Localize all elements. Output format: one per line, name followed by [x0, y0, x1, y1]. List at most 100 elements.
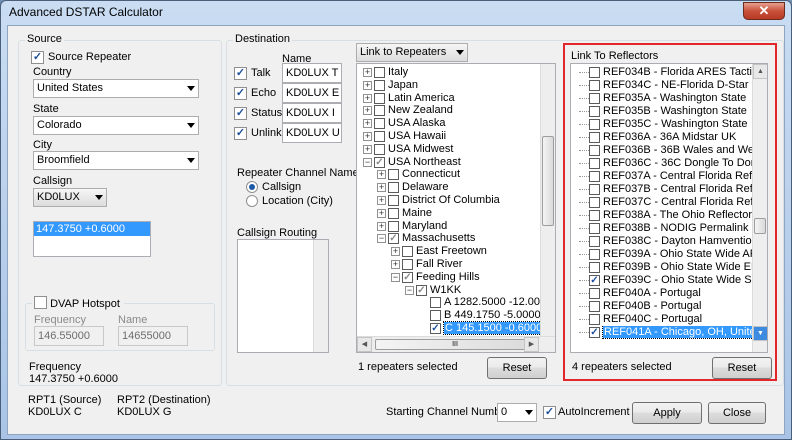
repeater-tree-node[interactable]: + USA Midwest	[357, 143, 541, 156]
source-repeater-checkbox[interactable]: ✓	[31, 51, 44, 64]
repeater-tree-node[interactable]: A 1282.5000 -12.0000	[357, 296, 552, 309]
repeater-tree-node[interactable]: + Japan	[357, 79, 541, 92]
repeater-tree-hscroll[interactable]: ◀ III ▶	[357, 336, 555, 352]
scroll-right-icon[interactable]: ▶	[524, 337, 539, 352]
repeater-node-checkbox[interactable]	[374, 131, 385, 142]
repeater-tree-node[interactable]: + East Freetown	[357, 245, 541, 258]
callsign-dropdown[interactable]: KD0LUX	[33, 188, 107, 207]
repeater-tree-node[interactable]: + Connecticut	[357, 168, 541, 181]
repeater-node-checkbox[interactable]	[402, 246, 413, 258]
repeater-tree-node[interactable]: B 449.1750 -5.0000	[357, 309, 541, 322]
repeater-node-checkbox[interactable]: ✓	[430, 323, 441, 334]
title-bar[interactable]: Advanced DSTAR Calculator ✕	[1, 1, 791, 23]
expand-icon[interactable]: +	[377, 170, 386, 180]
repeater-tree-node[interactable]: − ✓ USA Northeast	[357, 156, 541, 169]
repeater-tree-node[interactable]: + Maryland	[357, 220, 541, 233]
expand-icon[interactable]: +	[391, 260, 400, 269]
repeater-node-checkbox[interactable]: ✓	[416, 284, 427, 296]
autoincrement-checkbox[interactable]: ✓	[543, 406, 556, 419]
repeater-node-checkbox[interactable]	[402, 259, 413, 270]
repeater-node-checkbox[interactable]	[374, 67, 385, 78]
routing-scrollbar[interactable]	[313, 240, 328, 352]
repeater-node-checkbox[interactable]	[374, 92, 385, 104]
repeater-node-checkbox[interactable]: ✓	[402, 271, 413, 283]
close-button[interactable]: Close	[708, 402, 766, 424]
channel-item[interactable]: 147.3750 +0.6000	[34, 222, 150, 236]
repeater-node-checkbox[interactable]	[388, 220, 399, 232]
repeater-node-checkbox[interactable]	[374, 118, 385, 130]
repeater-tree-node[interactable]: + District Of Columbia	[357, 194, 541, 207]
expand-icon[interactable]: +	[363, 106, 372, 116]
expand-icon[interactable]: +	[363, 119, 372, 129]
repeater-tree-node[interactable]: + USA Hawaii	[357, 130, 541, 143]
unlink-name-field[interactable]: KD0LUX U	[282, 123, 342, 143]
repeater-node-checkbox[interactable]	[374, 79, 385, 91]
repeater-node-checkbox[interactable]	[388, 195, 399, 206]
talk-name-field[interactable]: KD0LUX T	[282, 63, 342, 83]
expand-icon[interactable]: +	[377, 208, 386, 218]
repeater-tree-node[interactable]: + Fall River	[357, 258, 541, 271]
repeaters-reset-button[interactable]: Reset	[487, 357, 547, 379]
callsign-routing-listbox[interactable]	[237, 239, 329, 353]
repeater-tree-node[interactable]: + Maine	[357, 207, 541, 220]
repeater-node-checkbox[interactable]	[430, 310, 441, 322]
radio-callsign[interactable]	[246, 181, 258, 193]
starting-channel-dropdown[interactable]: 0	[497, 403, 537, 422]
expand-icon[interactable]: +	[363, 132, 372, 141]
expand-icon[interactable]: +	[363, 144, 372, 154]
apply-button[interactable]: Apply	[632, 402, 702, 424]
status-name-field[interactable]: KD0LUX I	[282, 103, 342, 123]
radio-location[interactable]	[246, 195, 258, 207]
expand-icon[interactable]: +	[377, 196, 386, 205]
talk-checkbox[interactable]: ✓	[234, 67, 247, 80]
expand-icon[interactable]: +	[363, 80, 372, 90]
city-dropdown[interactable]: Broomfield	[33, 151, 199, 170]
repeater-tree-node[interactable]: + Delaware	[357, 181, 541, 194]
scroll-left-icon[interactable]: ◀	[357, 337, 372, 352]
channel-listbox[interactable]: 147.3750 +0.6000	[33, 221, 151, 257]
collapse-icon[interactable]: −	[391, 272, 400, 282]
repeater-tree-node[interactable]: + USA Alaska	[357, 117, 541, 130]
repeater-tree-node[interactable]: ✓ C 145.1500 -0.6000	[357, 321, 545, 335]
repeater-tree-node[interactable]: − ✓ Massachusetts	[357, 232, 541, 245]
link-to-repeaters-dropdown[interactable]: Link to Repeaters	[356, 43, 468, 62]
expand-icon[interactable]: +	[377, 221, 386, 231]
repeater-tree-vthumb[interactable]	[542, 136, 554, 226]
city-value: Broomfield	[37, 154, 90, 166]
unlink-checkbox[interactable]: ✓	[234, 127, 247, 140]
repeater-node-checkbox[interactable]	[374, 143, 385, 155]
window-close-button[interactable]: ✕	[743, 2, 785, 20]
repeater-tree[interactable]: + Italy + Japan + Latin America + New Zealand + U…	[356, 63, 556, 353]
repeater-node-checkbox[interactable]	[388, 169, 399, 181]
repeater-node-checkbox[interactable]: ✓	[388, 233, 399, 245]
expand-icon[interactable]: +	[391, 247, 400, 257]
collapse-icon[interactable]: −	[405, 285, 414, 295]
repeater-node-checkbox[interactable]: ✓	[374, 156, 385, 168]
dvap-name-field[interactable]: 14655000	[118, 326, 188, 346]
expand-icon[interactable]: +	[363, 93, 372, 103]
repeater-tree-vscroll[interactable]	[540, 64, 555, 336]
echo-name-field[interactable]: KD0LUX E	[282, 83, 342, 103]
dvap-frequency-field[interactable]: 146.55000	[34, 326, 104, 346]
collapse-icon[interactable]: −	[363, 157, 372, 167]
country-label: Country	[33, 66, 72, 78]
collapse-icon[interactable]: −	[377, 234, 386, 244]
repeater-tree-node[interactable]: + Italy	[357, 66, 541, 79]
expand-icon[interactable]: +	[363, 68, 372, 77]
repeater-node-checkbox[interactable]	[430, 297, 441, 309]
echo-checkbox[interactable]: ✓	[234, 87, 247, 100]
repeater-node-checkbox[interactable]	[388, 207, 399, 219]
repeater-node-checkbox[interactable]	[374, 105, 385, 117]
state-dropdown[interactable]: Colorado	[33, 116, 199, 135]
expand-icon[interactable]: +	[377, 183, 386, 193]
repeater-tree-node[interactable]: + New Zealand	[357, 104, 541, 117]
repeater-tree-node[interactable]: − ✓ W1KK	[357, 284, 541, 297]
repeater-tree-node[interactable]: + Latin America	[357, 92, 541, 105]
repeater-node-checkbox[interactable]	[388, 182, 399, 194]
repeater-tree-node[interactable]: − ✓ Feeding Hills	[357, 271, 541, 284]
rpt2-label: RPT2 (Destination)	[117, 394, 211, 406]
repeater-tree-hthumb[interactable]: III	[375, 339, 535, 350]
country-dropdown[interactable]: United States	[33, 79, 199, 98]
status-checkbox[interactable]: ✓	[234, 107, 247, 120]
dvap-checkbox[interactable]	[34, 296, 47, 309]
